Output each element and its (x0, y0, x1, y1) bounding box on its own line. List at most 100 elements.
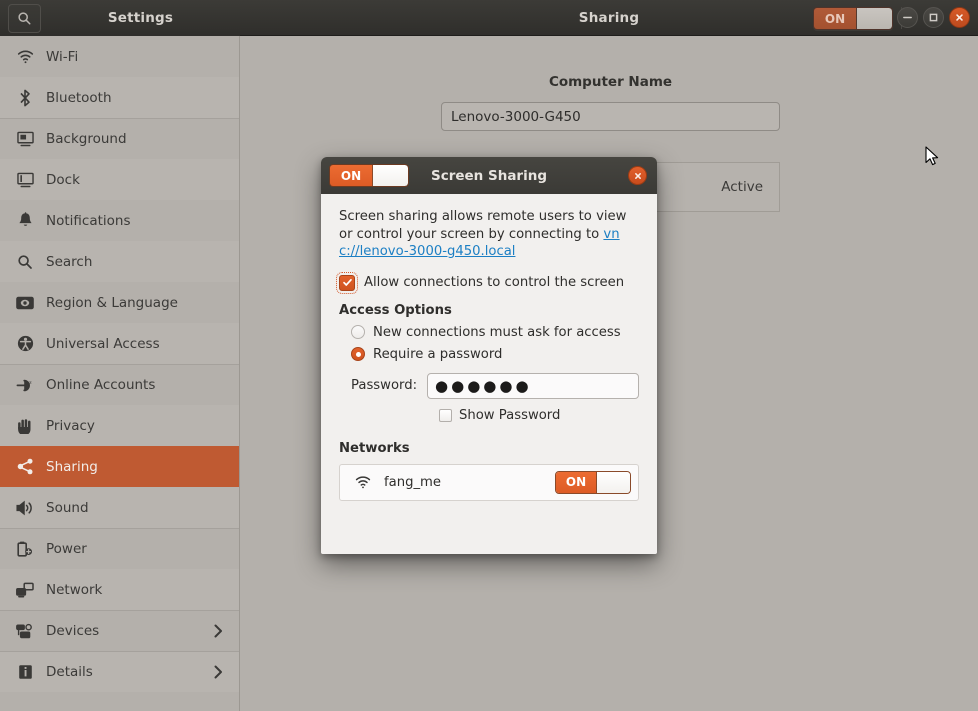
dialog-title: Screen Sharing (430, 167, 547, 184)
sidebar-item-region-language[interactable]: Region & Language (0, 282, 239, 323)
sidebar-item-label: Search (46, 253, 93, 270)
sidebar-item-bluetooth[interactable]: Bluetooth (0, 77, 239, 118)
sidebar-item-wi-fi[interactable]: Wi-Fi (0, 36, 239, 77)
titlebar-left-section: Settings (0, 0, 240, 36)
sidebar-item-universal-access[interactable]: Universal Access (0, 323, 239, 364)
toggle-knob (856, 8, 892, 29)
toggle-on-label: ON (814, 8, 856, 29)
background-icon (10, 127, 40, 151)
sidebar-item-label: Wi-Fi (46, 48, 79, 65)
details-icon (10, 660, 40, 684)
sidebar-item-network[interactable]: Network (0, 569, 239, 610)
close-button[interactable] (949, 7, 970, 28)
sidebar-item-label: Universal Access (46, 335, 160, 352)
sidebar-item-label: Devices (46, 623, 100, 639)
sidebar-item-notifications[interactable]: Notifications (0, 200, 239, 241)
sidebar-item-label: Bluetooth (46, 89, 112, 106)
radio-ask-for-access-row[interactable]: New connections must ask for access (339, 325, 639, 340)
devices-icon (10, 619, 40, 643)
sidebar-item-label: Online Accounts (46, 377, 156, 393)
bluetooth-icon (10, 86, 40, 110)
dialog-body: Screen sharing allows remote users to vi… (321, 194, 657, 554)
checkmark-icon (342, 278, 352, 286)
network-toggle[interactable]: ON (555, 470, 631, 494)
dialog-close-button[interactable] (628, 166, 647, 185)
sidebar-item-label: Power (46, 541, 87, 557)
close-icon (954, 12, 965, 23)
allow-control-label: Allow connections to control the screen (364, 275, 625, 290)
dialog-titlebar: ON Screen Sharing (321, 157, 657, 194)
sidebar-item-label: Privacy (46, 417, 95, 434)
sidebar-item-label: Network (46, 581, 103, 598)
show-password-checkbox[interactable] (439, 408, 452, 422)
radio-require-password-label: Require a password (373, 346, 503, 362)
toggle-knob (372, 165, 408, 186)
online-accounts-icon: s (10, 373, 40, 397)
radio-require-password-row[interactable]: Require a password (339, 347, 639, 362)
region-language-icon (10, 291, 40, 315)
universal-access-icon (10, 332, 40, 356)
dialog-description: Screen sharing allows remote users to vi… (339, 208, 639, 261)
search-icon (17, 11, 32, 26)
sidebar-item-label: Region & Language (46, 294, 178, 311)
computer-name-input[interactable]: Lenovo-3000-G450 (441, 102, 780, 131)
radio-ask-for-access[interactable] (351, 325, 365, 339)
show-password-row[interactable]: Show Password (339, 408, 639, 423)
minimize-button[interactable] (897, 7, 918, 28)
screen-sharing-toggle[interactable]: ON (329, 164, 409, 187)
network-icon (10, 578, 40, 602)
sidebar-item-dock[interactable]: Dock (0, 159, 239, 200)
sidebar-item-label: Notifications (46, 212, 131, 229)
radio-ask-for-access-label: New connections must ask for access (373, 324, 621, 340)
minimize-icon (902, 12, 913, 23)
network-row[interactable]: fang_me ON (340, 465, 638, 500)
computer-name-value: Lenovo-3000-G450 (451, 108, 581, 125)
svg-text:s: s (29, 380, 32, 386)
sidebar-item-label: Background (46, 131, 127, 147)
notifications-icon (10, 209, 40, 233)
network-name: fang_me (384, 474, 442, 490)
sidebar-item-background[interactable]: Background (0, 118, 239, 159)
password-input[interactable]: ●●●●●● (427, 372, 639, 399)
toggle-on-label: ON (556, 471, 596, 493)
sidebar-item-online-accounts[interactable]: s Online Accounts (0, 364, 239, 405)
dock-icon (10, 168, 40, 192)
password-row: Password: ●●●●●● (339, 372, 639, 399)
window-titlebar: Settings Sharing ON (0, 0, 978, 36)
show-password-label: Show Password (459, 407, 561, 423)
radio-require-password[interactable] (351, 347, 365, 361)
maximize-icon (928, 12, 939, 23)
screen-sharing-status: Active (721, 179, 763, 195)
titlebar-right-section: Sharing ON (240, 0, 978, 36)
chevron-right-icon (214, 665, 223, 679)
sidebar-item-privacy[interactable]: Privacy (0, 405, 239, 446)
maximize-button[interactable] (923, 7, 944, 28)
sidebar-item-sharing[interactable]: Sharing (0, 446, 239, 487)
sidebar-item-label: Sound (46, 499, 89, 516)
toggle-knob (596, 471, 630, 493)
sidebar-item-label: Details (46, 664, 93, 680)
sidebar-item-search[interactable]: Search (0, 241, 239, 282)
settings-sidebar[interactable]: Wi-Fi Bluetooth Background Dock Notification… (0, 36, 240, 711)
wifi-icon (10, 45, 40, 69)
computer-name-label: Computer Name (548, 74, 673, 90)
networks-list: fang_me ON (339, 463, 639, 501)
chevron-right-icon (214, 624, 223, 638)
sharing-master-toggle[interactable]: ON (813, 7, 893, 30)
search-button[interactable] (8, 3, 41, 33)
privacy-icon (10, 414, 40, 438)
sidebar-item-power[interactable]: Power (0, 528, 239, 569)
sidebar-item-label: Dock (46, 171, 80, 188)
networks-heading: Networks (339, 440, 410, 456)
settings-panel-title: Settings (107, 9, 174, 26)
sidebar-item-sound[interactable]: Sound (0, 487, 239, 528)
sidebar-item-details[interactable]: Details (0, 651, 239, 692)
radio-dot (355, 351, 361, 357)
allow-control-checkbox-row[interactable]: Allow connections to control the screen (336, 271, 639, 294)
power-icon (10, 537, 40, 561)
sound-icon (10, 496, 40, 520)
allow-control-checkbox[interactable] (336, 271, 358, 294)
sidebar-item-devices[interactable]: Devices (0, 610, 239, 651)
window-controls (897, 7, 970, 28)
toggle-on-label: ON (330, 165, 372, 186)
